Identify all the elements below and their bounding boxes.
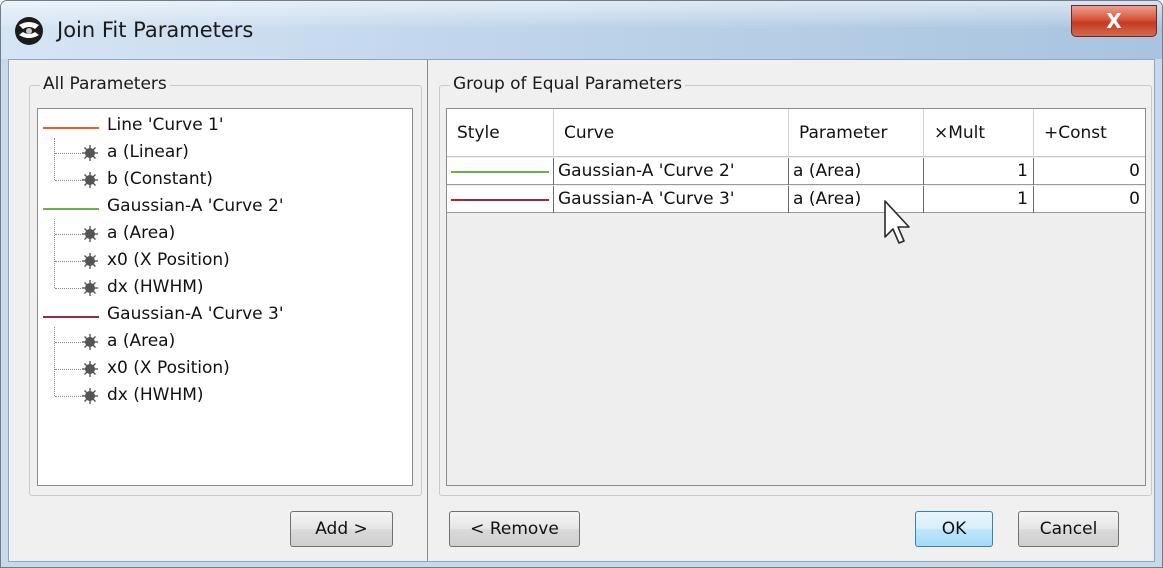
parameter-tree[interactable]: Line 'Curve 1' a (Linear) b (Constant) Gaus… — [37, 108, 413, 486]
tree-curve-node[interactable]: Gaussian-A 'Curve 2' — [38, 194, 408, 221]
style-cell — [447, 186, 554, 213]
tree-parameter-label: x0 (X Position) — [107, 358, 230, 378]
tree-parameter-label: b (Constant) — [107, 169, 213, 189]
tree-parameter-node[interactable]: a (Area) — [38, 221, 408, 248]
equal-parameters-table[interactable]: Style Curve Parameter ×Mult +Const Gauss… — [446, 108, 1146, 486]
tree-connector — [55, 261, 81, 262]
column-header-mult[interactable]: ×Mult — [924, 109, 1034, 157]
style-cell — [447, 158, 554, 185]
parameter-bullet-icon — [81, 360, 99, 378]
add-button[interactable]: Add > — [290, 511, 393, 547]
tree-connector — [55, 288, 81, 289]
curve-cell: Gaussian-A 'Curve 3' — [554, 186, 789, 213]
tree-connector — [55, 234, 81, 235]
title-bar[interactable]: Join Fit Parameters X — [1, 1, 1162, 59]
all-parameters-title: All Parameters — [40, 74, 170, 94]
tree-connector — [55, 369, 81, 370]
tree-curve-label: Line 'Curve 1' — [107, 115, 224, 135]
tree-parameter-node[interactable]: dx (HWHM) — [38, 383, 408, 410]
table-header: Style Curve Parameter ×Mult +Const — [447, 109, 1145, 157]
curve-color-line — [43, 208, 99, 210]
style-line-swatch — [451, 199, 549, 201]
tree-connector — [55, 396, 81, 397]
column-header-parameter[interactable]: Parameter — [789, 109, 924, 157]
tree-parameter-label: a (Linear) — [107, 142, 189, 162]
mouse-pointer-icon — [884, 200, 910, 244]
parameter-bullet-icon — [81, 171, 99, 189]
all-parameters-panel: All Parameters Line 'Curve 1' a (Linear) b… — [9, 60, 428, 561]
tree-connector — [54, 219, 55, 288]
mult-cell[interactable]: 1 — [924, 186, 1034, 213]
window-title: Join Fit Parameters — [57, 18, 254, 42]
tree-connector — [54, 327, 55, 396]
table-row[interactable]: Gaussian-A 'Curve 2' a (Area) 1 0 — [447, 158, 1145, 185]
parameter-cell: a (Area) — [789, 158, 924, 185]
remove-button[interactable]: < Remove — [449, 511, 580, 547]
tree-curve-label: Gaussian-A 'Curve 2' — [107, 196, 284, 216]
dialog-window: Join Fit Parameters X All Parameters Lin… — [0, 0, 1163, 568]
tree-connector — [55, 180, 81, 181]
app-logo-icon — [15, 17, 43, 45]
parameter-bullet-icon — [81, 225, 99, 243]
const-cell[interactable]: 0 — [1034, 158, 1145, 185]
tree-curve-node[interactable]: Gaussian-A 'Curve 3' — [38, 302, 408, 329]
parameter-bullet-icon — [81, 279, 99, 297]
tree-parameter-label: x0 (X Position) — [107, 250, 230, 270]
parameter-bullet-icon — [81, 387, 99, 405]
parameter-bullet-icon — [81, 333, 99, 351]
tree-parameter-label: dx (HWHM) — [107, 277, 204, 297]
style-line-swatch — [451, 171, 549, 173]
equal-parameters-title: Group of Equal Parameters — [450, 74, 686, 94]
parameter-bullet-icon — [81, 144, 99, 162]
tree-parameter-label: dx (HWHM) — [107, 385, 204, 405]
tree-parameter-label: a (Area) — [107, 331, 176, 351]
curve-cell: Gaussian-A 'Curve 2' — [554, 158, 789, 185]
tree-parameter-node[interactable]: a (Area) — [38, 329, 408, 356]
tree-curve-label: Gaussian-A 'Curve 3' — [107, 304, 284, 324]
parameter-bullet-icon — [81, 252, 99, 270]
tree-parameter-node[interactable]: dx (HWHM) — [38, 275, 408, 302]
tree-parameter-node[interactable]: a (Linear) — [38, 140, 408, 167]
curve-color-line — [43, 316, 99, 318]
close-button[interactable]: X — [1071, 5, 1157, 37]
tree-connector — [55, 342, 81, 343]
ok-button[interactable]: OK — [915, 511, 993, 547]
column-header-curve[interactable]: Curve — [554, 109, 789, 157]
tree-parameter-node[interactable]: x0 (X Position) — [38, 356, 408, 383]
column-header-const[interactable]: +Const — [1034, 109, 1145, 157]
mult-cell[interactable]: 1 — [924, 158, 1034, 185]
table-row[interactable]: Gaussian-A 'Curve 3' a (Area) 1 0 — [447, 186, 1145, 213]
tree-parameter-label: a (Area) — [107, 223, 176, 243]
tree-parameter-node[interactable]: x0 (X Position) — [38, 248, 408, 275]
group-panel: Group of Equal Parameters Style Curve Pa… — [430, 60, 1154, 561]
tree-parameter-node[interactable]: b (Constant) — [38, 167, 408, 194]
dialog-client-area: All Parameters Line 'Curve 1' a (Linear) b… — [8, 59, 1155, 562]
column-header-style[interactable]: Style — [447, 109, 554, 157]
const-cell[interactable]: 0 — [1034, 186, 1145, 213]
tree-connector — [54, 138, 55, 180]
cancel-button[interactable]: Cancel — [1018, 511, 1119, 547]
curve-color-line — [43, 127, 99, 129]
tree-curve-node[interactable]: Line 'Curve 1' — [38, 113, 408, 140]
tree-connector — [55, 153, 81, 154]
close-icon: X — [1106, 9, 1122, 33]
